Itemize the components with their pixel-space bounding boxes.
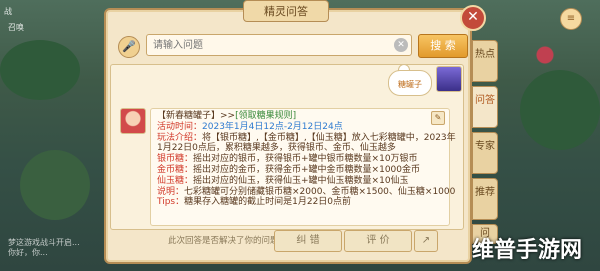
message-line: 银币糖：摇出对应的银币，获得银币+罐中银币糖数量×10万银币 — [157, 154, 443, 165]
user-avatar — [436, 66, 462, 92]
message-line: 说明：七彩糖罐可分别储藏银币糖×2000、金币糖×1500、仙玉糖×1000 — [157, 186, 455, 198]
sticker-bubble: 糖罐子 — [388, 70, 432, 96]
message-topic: 【新春糖罐子】>> — [157, 111, 236, 121]
line-value: 摇出对应的银币，获得银币+罐中银币糖数量×10万银币 — [193, 154, 418, 165]
feedback-question: 此次回答是否解决了你的问题？ — [168, 236, 288, 246]
dialog-titlebar: 精灵问答 — [104, 0, 468, 22]
message-line: Tips：糖果存入糖罐的截止时间是1月22日0点前 — [157, 197, 443, 208]
search-input[interactable] — [146, 34, 412, 56]
npc-avatar — [120, 108, 146, 134]
watermark-logo: 维普手游网 — [472, 238, 583, 263]
dialog-title: 精灵问答 — [243, 0, 329, 22]
line-value: 1月22日0点后，累积糖果越多，获得银币、金币、仙玉越多 — [157, 143, 396, 154]
message-line: 金币糖：摇出对应的金币，获得金币+罐中金币糖数量×1000金币 — [157, 165, 443, 176]
tab-qa[interactable]: 问答 — [472, 86, 498, 128]
line-value: 七彩糖罐可分别储藏银币糖×2000、金币糖×1500、仙玉糖×1000 — [184, 186, 456, 197]
line-label: Tips： — [157, 197, 185, 208]
chat-line: 梦这游戏战斗开启... — [8, 238, 80, 247]
search-row: 🎤 ✕ 搜 索 — [118, 34, 468, 58]
message-line: 仙玉糖：摇出对应的仙玉，获得仙玉+罐中仙玉糖数量×10仙玉 — [157, 176, 443, 187]
line-label: 玩法介绍： — [157, 132, 203, 143]
edit-icon[interactable]: ✎ — [431, 111, 445, 125]
hud-chat[interactable]: 梦这游戏战斗开启... 你好，你... — [8, 238, 80, 258]
menu-icon[interactable]: ≡ — [560, 8, 582, 30]
rules-link[interactable]: [领取糖果规则] — [235, 111, 296, 121]
tab-expert[interactable]: 专家 — [472, 132, 498, 174]
feedback-footer: 此次回答是否解决了你的问题？ 纠 错 评 价 ↗ — [110, 230, 468, 252]
line-value: 糖果存入糖罐的截止时间是1月22日0点前 — [184, 197, 352, 208]
close-button[interactable]: ✕ — [460, 5, 486, 31]
correct-button[interactable]: 纠 错 — [274, 230, 342, 252]
message-line: 玩法介绍：将【银币糖】,【金币糖】,【仙玉糖】放入七彩糖罐中，2023年 — [157, 132, 456, 144]
line-value: 摇出对应的仙玉，获得仙玉+罐中仙玉糖数量×10仙玉 — [193, 175, 409, 186]
answer-message: ✎ 【新春糖罐子】>>[领取糖果规则] 活动时间：2023年1月4日12点-2月… — [150, 108, 456, 226]
line-label: 活动时间： — [157, 121, 203, 132]
tree-decor — [20, 150, 90, 220]
rate-button[interactable]: 评 价 — [344, 230, 412, 252]
message-line: 活动时间：2023年1月4日12点-2月12日24点 — [157, 122, 443, 133]
tree-decor — [0, 40, 80, 100]
message-title: 【新春糖罐子】>>[领取糖果规则] — [157, 111, 443, 122]
line-label: 说明： — [157, 186, 185, 197]
message-line: 1月22日0点后，累积糖果越多，获得银币、金币、仙玉越多 — [157, 143, 443, 154]
chat-line: 你好，你... — [8, 248, 48, 257]
clear-icon[interactable]: ✕ — [394, 38, 408, 52]
line-label: 银币糖： — [157, 154, 194, 165]
microphone-icon[interactable]: 🎤 — [118, 36, 140, 58]
search-button[interactable]: 搜 索 — [418, 34, 468, 58]
line-value: 摇出对应的金币，获得金币+罐中金币糖数量×1000金币 — [193, 164, 421, 175]
hud-npc-name: 召唤 — [8, 23, 24, 32]
tab-recommend[interactable]: 推荐 — [472, 178, 498, 220]
line-label: 金币糖： — [157, 164, 194, 175]
line-label: 仙玉糖： — [157, 175, 194, 186]
line-value: 将【银币糖】,【金币糖】,【仙玉糖】放入七彩糖罐中，2023年 — [202, 132, 456, 143]
share-icon[interactable]: ↗ — [414, 230, 438, 252]
tree-decor — [520, 70, 600, 150]
tab-hot[interactable]: 热点 — [472, 40, 498, 82]
line-value: 2023年1月4日12点-2月12日24点 — [202, 121, 343, 132]
hud-top-left-label: 战 — [4, 7, 12, 16]
